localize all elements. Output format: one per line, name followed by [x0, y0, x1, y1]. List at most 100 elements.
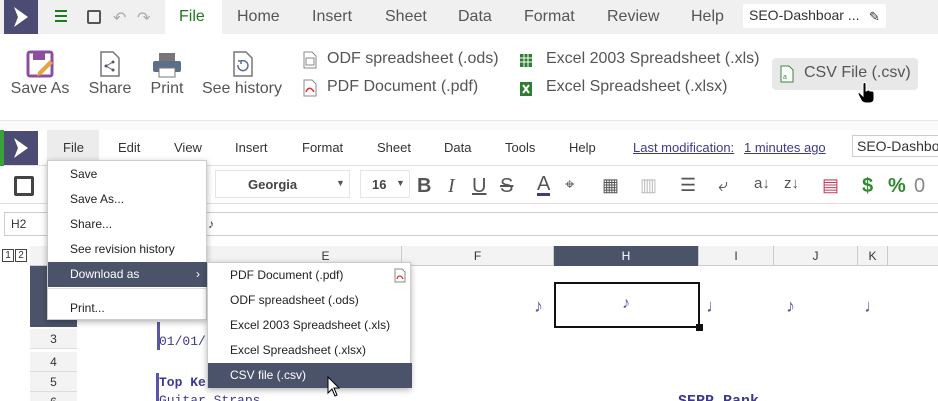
download-ods-option[interactable]: ODF spreadsheet (.ods): [208, 288, 412, 313]
column-header-selected[interactable]: H: [554, 246, 699, 266]
xls-file-icon: [520, 54, 532, 67]
save-as-button[interactable]: Save As: [6, 48, 74, 104]
menu-item-save-as[interactable]: Save As...: [48, 187, 208, 212]
redo-icon[interactable]: ↷: [137, 8, 150, 28]
svg-text:a: a: [783, 74, 787, 81]
document-name-field[interactable]: SEO-Dashbo: [852, 135, 938, 157]
bold-icon[interactable]: B: [417, 175, 431, 198]
tab-help[interactable]: Help: [691, 8, 724, 26]
wrap-text-icon[interactable]: ⤶: [718, 175, 728, 196]
pdf-file-icon: [303, 79, 317, 97]
export-ods-option[interactable]: ODF spreadsheet (.ods): [300, 50, 500, 70]
cell-note-i2[interactable]: ♩: [706, 296, 724, 317]
outline-level-2-button[interactable]: 2: [15, 249, 27, 262]
column-header[interactable]: F: [402, 246, 554, 266]
menu-edit[interactable]: Edit: [118, 140, 140, 155]
tab-file[interactable]: File: [179, 8, 205, 26]
cell-date[interactable]: 01/01/: [159, 334, 206, 349]
decimal-icon[interactable]: 0: [914, 175, 925, 198]
tab-insert[interactable]: Insert: [312, 8, 352, 26]
tab-review[interactable]: Review: [607, 8, 659, 26]
fill-handle[interactable]: [696, 324, 703, 331]
selected-cell-h2[interactable]: ♪: [554, 282, 703, 331]
column-header[interactable]: I: [699, 246, 774, 266]
cell-top-keywords[interactable]: Top Ke: [159, 375, 206, 390]
percent-icon[interactable]: %: [888, 175, 906, 198]
menu-tools[interactable]: Tools: [505, 140, 535, 155]
menu-item-revision-history[interactable]: See revision history: [48, 237, 208, 262]
download-xls-option[interactable]: Excel 2003 Spreadsheet (.xls): [208, 313, 412, 338]
text-color-icon[interactable]: A: [537, 174, 551, 196]
menu-insert[interactable]: Insert: [235, 140, 268, 155]
menu-item-save[interactable]: Save: [48, 162, 208, 187]
download-csv-option[interactable]: CSV file (.csv): [208, 363, 412, 388]
app-logo-icon[interactable]: [4, 0, 38, 34]
document-name[interactable]: SEO-Dashboar ...: [743, 4, 886, 28]
export-pdf-option[interactable]: PDF Document (.pdf): [300, 78, 500, 98]
export-xlsx-option[interactable]: Excel Spreadsheet (.xlsx): [519, 78, 764, 98]
currency-icon[interactable]: $: [862, 175, 873, 198]
align-icon[interactable]: ☰: [680, 175, 696, 196]
printer-icon: [153, 53, 181, 78]
row-header[interactable]: 5: [30, 372, 77, 392]
font-size-select[interactable]: 16 ▼: [360, 170, 410, 198]
underline-icon[interactable]: U: [472, 175, 486, 198]
cell-note-k2[interactable]: ♩: [864, 296, 882, 317]
cell-note-j2[interactable]: ♪: [786, 296, 795, 317]
menu-view[interactable]: View: [174, 140, 202, 155]
undo-icon[interactable]: ↶: [113, 8, 126, 28]
cell-guitar-straps[interactable]: Guitar Straps: [159, 393, 260, 401]
sort-descending-icon[interactable]: z↓: [784, 175, 799, 192]
panel-separator: [0, 120, 938, 130]
tab-format[interactable]: Format: [524, 8, 575, 26]
row-header[interactable]: 6: [30, 392, 77, 401]
font-family-select[interactable]: Georgia ▼: [215, 170, 350, 198]
print-button[interactable]: Print: [144, 48, 190, 104]
italic-icon[interactable]: I: [448, 175, 455, 198]
borders-icon[interactable]: ▦: [602, 175, 619, 196]
export-xls-option[interactable]: Excel 2003 Spreadsheet (.xls): [519, 50, 764, 70]
strikethrough-icon[interactable]: S: [500, 175, 513, 198]
hamburger-menu-icon[interactable]: [55, 9, 69, 23]
last-modification-value[interactable]: 1 minutes ago: [744, 140, 826, 155]
save-icon-toolbar[interactable]: [14, 176, 34, 196]
menu-item-print[interactable]: Print...: [48, 296, 208, 321]
cell-note-g2[interactable]: ♪: [534, 296, 543, 317]
column-header[interactable]: J: [774, 246, 858, 266]
download-xlsx-option[interactable]: Excel Spreadsheet (.xlsx): [208, 338, 412, 363]
conditional-format-icon[interactable]: ▤: [822, 175, 839, 196]
pencil-edit-icon[interactable]: ✎: [869, 9, 880, 25]
row-header[interactable]: 4: [30, 352, 77, 372]
export-csv-button[interactable]: a CSV File (.csv): [772, 58, 918, 90]
row-header[interactable]: 3: [30, 329, 77, 349]
save-as-icon: [26, 50, 54, 78]
app-logo-icon-2[interactable]: [4, 131, 38, 165]
menu-format[interactable]: Format: [302, 140, 343, 155]
file-menu-dropdown: Save Save As... Share... See revision hi…: [47, 160, 208, 321]
sort-ascending-icon[interactable]: a↓: [754, 175, 770, 192]
menu-item-download-as[interactable]: Download as ›: [48, 262, 208, 287]
file-ribbon-panel: ↶ ↷ File Home Insert Sheet Data Format R…: [0, 0, 938, 120]
last-modification-label[interactable]: Last modification:: [633, 140, 734, 155]
tab-data[interactable]: Data: [458, 8, 492, 26]
see-history-button[interactable]: See history: [198, 48, 286, 104]
chevron-right-icon: ›: [196, 267, 200, 281]
column-header[interactable]: K: [858, 246, 888, 266]
save-icon[interactable]: [87, 10, 101, 24]
menu-help[interactable]: Help: [569, 140, 596, 155]
cell-serp-rank[interactable]: SERP Rank: [678, 393, 759, 401]
tab-sheet[interactable]: Sheet: [385, 8, 427, 26]
menu-sheet[interactable]: Sheet: [377, 140, 411, 155]
tab-home[interactable]: Home: [237, 8, 280, 26]
chevron-down-icon: ▼: [396, 178, 405, 188]
outline-level-1-button[interactable]: 1: [2, 249, 14, 262]
ods-file-icon: [303, 51, 317, 69]
highlight-icon[interactable]: ⌖: [565, 175, 575, 195]
menu-item-share[interactable]: Share...: [48, 212, 208, 237]
menu-file[interactable]: File: [63, 140, 84, 155]
menu-data[interactable]: Data: [444, 140, 471, 155]
screen: ↶ ↷ File Home Insert Sheet Data Format R…: [0, 0, 938, 401]
merge-cells-icon[interactable]: ▥: [640, 175, 657, 196]
share-button[interactable]: Share: [84, 48, 136, 104]
download-pdf-option[interactable]: PDF Document (.pdf): [208, 263, 412, 288]
